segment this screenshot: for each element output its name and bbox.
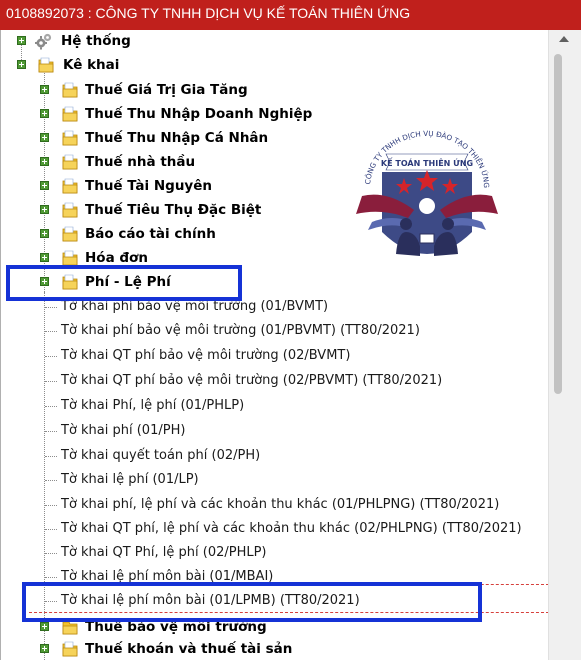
folder-icon <box>62 130 78 146</box>
tree-item-label: Thuế Thu Nhập Cá Nhân <box>85 130 269 146</box>
expand-icon[interactable] <box>40 181 49 190</box>
window-title: 0108892073 : CÔNG TY TNHH DỊCH VỤ KẾ TOÁ… <box>0 0 581 30</box>
highlight-box-selected-item <box>22 582 482 622</box>
expand-icon[interactable] <box>40 85 49 94</box>
tree-item-label: Tờ khai QT phí bảo vệ môi trường (02/BVM… <box>61 348 351 363</box>
tree-leaf-02-phlp[interactable]: Tờ khai QT Phí, lệ phí (02/PHLP) <box>1 542 549 564</box>
tree-item-label: Hệ thống <box>61 33 131 49</box>
expand-icon[interactable] <box>40 109 49 118</box>
tree-leaf-02-pbvmt[interactable]: Tờ khai QT phí bảo vệ môi trường (02/PBV… <box>1 370 549 392</box>
tree-item-label: Tờ khai Phí, lệ phí (01/PHLP) <box>61 398 245 413</box>
folder-icon <box>38 57 54 73</box>
folder-icon <box>62 106 78 122</box>
highlight-box-phi-le-phi <box>6 265 242 301</box>
tree-item-label: Thuế Thu Nhập Doanh Nghiệp <box>85 106 313 122</box>
tree-leaf-02-ph[interactable]: Tờ khai quyết toán phí (02/PH) <box>1 445 549 467</box>
tree-item-label: Thuế Giá Trị Gia Tăng <box>85 82 248 98</box>
tree-item-label: Kê khai <box>63 57 120 73</box>
expand-icon[interactable] <box>40 157 49 166</box>
tree-item-label: Tờ khai phí bảo vệ môi trường (01/PBVMT)… <box>61 323 420 338</box>
tree-view[interactable]: Hệ thống Kê khai Thuế Giá Trị Gia Tăng T… <box>0 30 549 660</box>
tree-item-label: Tờ khai phí (01/PH) <box>61 423 186 438</box>
tree-item-label: Hóa đơn <box>85 250 148 266</box>
folder-icon <box>62 178 78 194</box>
vertical-scrollbar[interactable] <box>548 30 581 660</box>
tree-leaf-01-lp[interactable]: Tờ khai lệ phí (01/LP) <box>1 469 549 491</box>
expand-icon[interactable] <box>17 60 26 69</box>
tree-leaf-01-ph[interactable]: Tờ khai phí (01/PH) <box>1 420 549 442</box>
expand-icon[interactable] <box>40 644 49 653</box>
tree-item-label: Tờ khai QT phí, lệ phí và các khoản thu … <box>61 521 522 536</box>
expand-icon[interactable] <box>40 133 49 142</box>
tree-item-label: Thuế nhà thầu <box>85 154 196 170</box>
tree-leaf-01-phlpng[interactable]: Tờ khai phí, lệ phí và các khoản thu khá… <box>1 494 549 516</box>
tree-item-label: Tờ khai lệ phí (01/LP) <box>61 472 199 487</box>
tree-item-label: Tờ khai QT Phí, lệ phí (02/PHLP) <box>61 545 267 560</box>
expand-icon[interactable] <box>40 622 49 631</box>
scrollbar-thumb[interactable] <box>554 54 562 394</box>
folder-icon <box>62 641 78 657</box>
tree-leaf-01-pbvmt[interactable]: Tờ khai phí bảo vệ môi trường (01/PBVMT)… <box>1 320 549 342</box>
tree-item-label: Thuế Tiêu Thụ Đặc Biệt <box>85 202 262 218</box>
folder-icon <box>62 202 78 218</box>
gear-icon <box>35 33 52 50</box>
tree-item-label: Tờ khai phí, lệ phí và các khoản thu khá… <box>61 497 500 512</box>
tree-item-ke-khai[interactable]: Kê khai <box>1 54 549 76</box>
expand-icon[interactable] <box>40 253 49 262</box>
tree-item-he-thong[interactable]: Hệ thống <box>1 30 549 52</box>
tree-item-label: Tờ khai quyết toán phí (02/PH) <box>61 448 261 463</box>
tree-item-label: Tờ khai QT phí bảo vệ môi trường (02/PBV… <box>61 373 443 388</box>
tree-item-thue-gtgt[interactable]: Thuế Giá Trị Gia Tăng <box>1 79 549 101</box>
folder-icon <box>62 226 78 242</box>
folder-icon <box>62 82 78 98</box>
expand-icon[interactable] <box>40 205 49 214</box>
tree-item-thue-tndn[interactable]: Thuế Thu Nhập Doanh Nghiệp <box>1 103 549 125</box>
tree-leaf-02-bvmt[interactable]: Tờ khai QT phí bảo vệ môi trường (02/BVM… <box>1 345 549 367</box>
tree-item-label: Tờ khai phí bảo vệ môi trường (01/BVMT) <box>61 299 329 314</box>
tree-leaf-01-phlp[interactable]: Tờ khai Phí, lệ phí (01/PHLP) <box>1 395 549 417</box>
tree-item-thue-khoan[interactable]: Thuế khoán và thuế tài sản <box>1 638 549 660</box>
tree-item-label: Báo cáo tài chính <box>85 226 216 242</box>
company-logo: CÔNG TY TNHH DỊCH VỤ ĐÀO TẠO THIÊN ỨNG K… <box>356 129 498 256</box>
tree-leaf-02-phlpng[interactable]: Tờ khai QT phí, lệ phí và các khoản thu … <box>1 518 549 540</box>
scroll-up-icon[interactable] <box>559 36 569 42</box>
tree-item-label: Thuế khoán và thuế tài sản <box>85 641 293 657</box>
tree-item-label: Thuế Tài Nguyên <box>85 178 212 194</box>
folder-icon <box>62 154 78 170</box>
expand-icon[interactable] <box>17 36 26 45</box>
expand-icon[interactable] <box>40 229 49 238</box>
